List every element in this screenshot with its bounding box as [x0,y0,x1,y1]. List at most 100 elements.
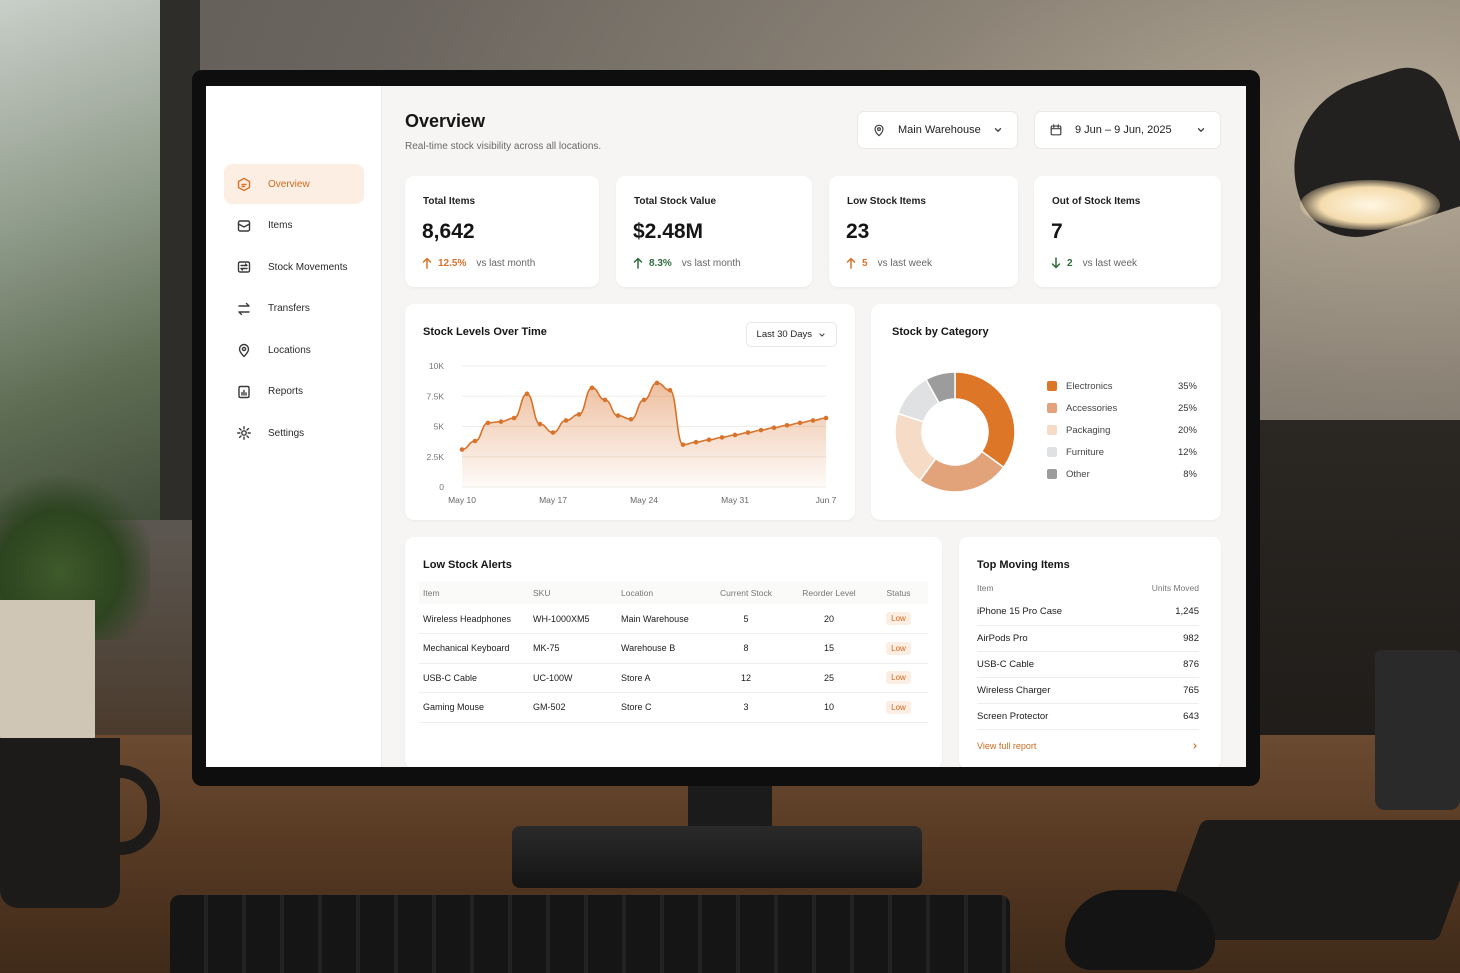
screen: Overview Items Stock Movements Transfers… [206,86,1246,767]
table-header-row: Item Units Moved [977,577,1199,599]
computer-mouse [1065,890,1215,970]
cell-sku: MK-75 [529,633,617,664]
table-row[interactable]: iPhone 15 Pro Case 1,245 [977,599,1199,626]
y-tick-label: 2.5K [427,452,445,462]
x-tick-label: May 10 [448,495,476,505]
cell-location: Warehouse B [617,633,703,664]
package-icon [237,219,251,232]
table-row[interactable]: Screen Protector 643 [977,703,1199,730]
data-point [654,380,660,386]
cell-units: 982 [1119,625,1199,652]
kpi-value: 8,642 [422,220,475,243]
date-range-select[interactable]: 9 Jun – 9 Jun, 2025 [1034,111,1221,149]
cell-units: 1,245 [1119,599,1199,626]
cell-item: Screen Protector [977,703,1120,730]
sidebar-item-stock-movements[interactable]: Stock Movements [224,247,364,287]
legend-value: 35% [1177,380,1197,392]
table-row[interactable]: Wireless Headphones WH-1000XM5 Main Ware… [419,604,928,634]
legend-value: 12% [1177,446,1197,458]
data-point [550,430,556,435]
sidebar: Overview Items Stock Movements Transfers… [206,86,382,767]
arrow-up-icon [422,257,432,269]
cell-reorder: 15 [789,633,869,664]
cell-location: Store A [617,663,703,693]
kpi-delta: 12.5% vs last month [422,257,535,269]
pen-holder [1375,650,1460,810]
legend-item-packaging: Packaging 20% [1047,422,1197,438]
cell-reorder: 10 [789,692,869,723]
x-tick-label: May 24 [630,495,658,505]
arrow-down-icon [1051,257,1061,269]
stock-levels-card: Stock Levels Over Time Last 30 Days 10K 7… [405,304,855,520]
column-header: Status [869,581,928,604]
column-header: SKU [529,581,617,604]
movements-icon [237,261,251,273]
map-pin-icon [874,124,884,137]
column-header: Current Stock [703,581,789,604]
cell-sku: GM-502 [529,692,617,723]
table-row[interactable]: AirPods Pro 982 [977,625,1199,652]
table-row[interactable]: Mechanical Keyboard MK-75 Warehouse B 8 … [419,633,928,664]
sidebar-item-transfers[interactable]: Transfers [224,289,364,329]
data-point [628,416,634,422]
cell-units: 765 [1119,677,1199,704]
legend-value: 8% [1183,468,1197,480]
kpi-delta-value: 2 [1067,257,1073,269]
monitor: Overview Items Stock Movements Transfers… [192,70,1260,786]
coffee-mug [0,738,120,908]
x-tick-label: May 31 [721,495,749,505]
view-full-report-link[interactable]: View full report [977,741,1199,751]
sidebar-item-reports[interactable]: Reports [224,372,364,412]
calendar-icon [1050,124,1062,136]
column-header: Location [617,581,703,604]
legend-value: 20% [1177,424,1197,436]
card-title: Stock by Category [892,326,989,338]
table-header-row: Item SKU Location Current Stock Reorder … [419,581,928,604]
legend-label: Furniture [1066,446,1105,458]
table-row[interactable]: USB-C Cable UC-100W Store A 12 25 Low [419,663,928,693]
data-point [693,439,699,445]
chevron-down-icon [1197,128,1205,132]
page-subtitle: Real-time stock visibility across all lo… [405,141,602,152]
report-icon [238,385,250,398]
kpi-card-low-stock: Low Stock Items 23 5 vs last week [829,176,1018,287]
cell-status: Low [869,692,928,723]
data-point [784,422,790,428]
chevron-down-icon [994,128,1002,132]
box-icon [237,177,251,192]
data-point [511,415,517,421]
warehouse-select[interactable]: Main Warehouse [857,111,1018,149]
category-donut-chart [894,371,1016,493]
gear-icon [237,426,251,440]
sidebar-item-settings[interactable]: Settings [224,413,364,453]
column-header: Item [977,583,994,593]
legend-label: Electronics [1066,380,1113,392]
data-point [576,412,582,417]
main-content: Overview Real-time stock visibility acro… [382,86,1246,767]
cell-item: Wireless Charger [977,677,1120,704]
data-point [537,421,543,427]
cell-item: AirPods Pro [977,625,1120,652]
cell-current: 3 [703,692,789,723]
data-point [485,420,491,426]
sidebar-item-overview[interactable]: Overview [224,164,364,204]
kpi-delta: 2 vs last week [1051,257,1137,269]
sidebar-item-items[interactable]: Items [224,206,364,246]
data-point [810,418,816,423]
table-row[interactable]: USB-C Cable 876 [977,651,1199,678]
legend-item-furniture: Furniture 12% [1047,444,1197,460]
kpi-delta-note: vs last month [681,257,741,269]
table-row[interactable]: Wireless Charger 765 [977,677,1199,704]
legend-swatch [1047,381,1057,391]
data-point [797,420,803,426]
legend-swatch [1047,469,1057,479]
legend-swatch [1047,447,1057,457]
cell-status: Low [869,604,928,634]
legend-label: Packaging [1066,424,1111,436]
view-full-report-label: View full report [977,741,1037,751]
cell-location: Main Warehouse [617,604,703,634]
sidebar-item-locations[interactable]: Locations [224,330,364,370]
kpi-delta-value: 12.5% [438,257,467,269]
sidebar-item-label: Locations [268,344,311,356]
table-row[interactable]: Gaming Mouse GM-502 Store C 3 10 Low [419,692,928,723]
